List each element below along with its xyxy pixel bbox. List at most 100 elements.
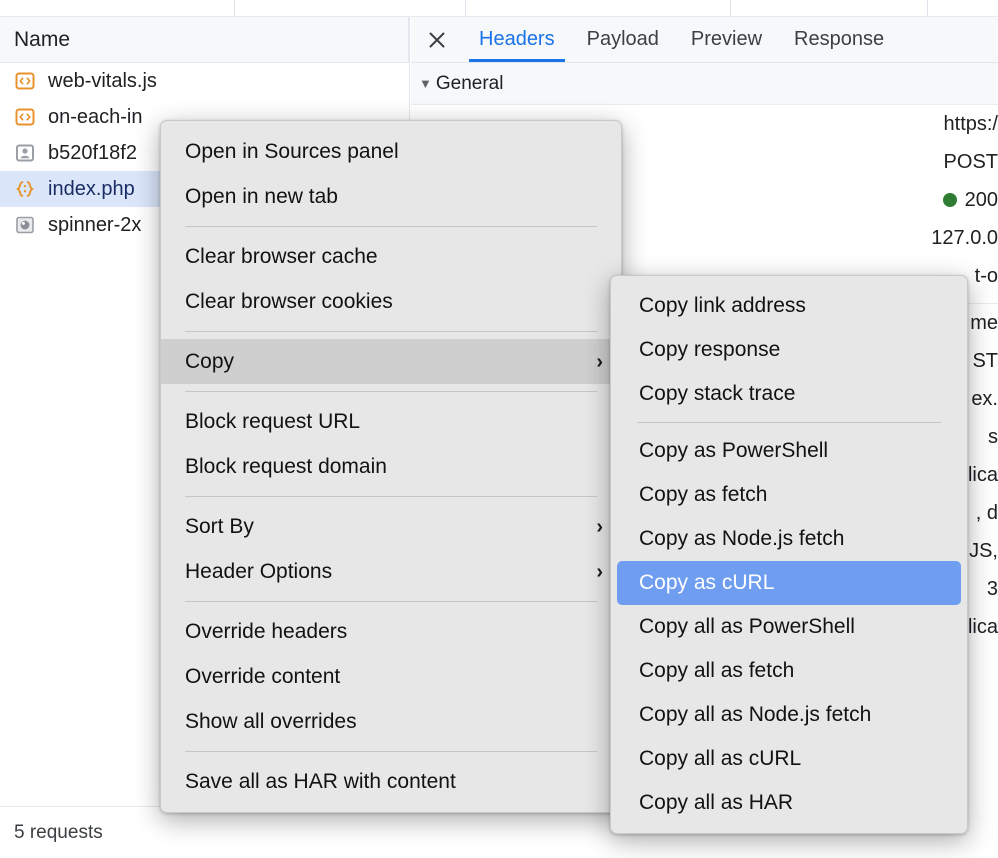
value-text: s <box>988 426 998 449</box>
menu-item-label: Override headers <box>185 620 347 644</box>
menu-item-copy[interactable]: Copy › <box>161 339 621 384</box>
value-text: ST <box>972 350 998 373</box>
menu-item-save-all-as-har-with-content[interactable]: Save all as HAR with content <box>161 759 621 804</box>
menu-item-copy-all-as-powershell[interactable]: Copy all as PowerShell <box>611 605 967 649</box>
menu-item-open-in-sources-panel[interactable]: Open in Sources panel <box>161 129 621 174</box>
menu-item-copy-link-address[interactable]: Copy link address <box>611 284 967 328</box>
tab-label: Preview <box>691 28 762 51</box>
menu-item-header-options[interactable]: Header Options › <box>161 549 621 594</box>
value-text: , d <box>976 502 998 525</box>
menu-separator <box>185 331 597 332</box>
menu-item-label: Block request URL <box>185 410 360 434</box>
menu-item-label: Clear browser cookies <box>185 290 393 314</box>
menu-item-override-headers[interactable]: Override headers <box>161 609 621 654</box>
value-text: lica <box>968 616 998 639</box>
script-icon <box>14 106 36 128</box>
tab-headers[interactable]: Headers <box>463 17 571 62</box>
script-icon <box>14 70 36 92</box>
menu-item-block-request-url[interactable]: Block request URL <box>161 399 621 444</box>
request-name: b520f18f2 <box>48 142 137 165</box>
menu-item-label: Open in new tab <box>185 185 338 209</box>
tab-payload[interactable]: Payload <box>571 17 675 62</box>
toolbar-divider <box>465 0 466 17</box>
menu-separator <box>637 422 941 423</box>
menu-item-label: Save all as HAR with content <box>185 770 456 794</box>
request-name: index.php <box>48 178 135 201</box>
tab-preview[interactable]: Preview <box>675 17 778 62</box>
column-header-name[interactable]: Name <box>0 28 70 52</box>
menu-item-label: Sort By <box>185 515 254 539</box>
chevron-down-icon: ▼ <box>419 77 432 90</box>
value-text: 200 <box>965 189 998 212</box>
menu-item-label: Copy stack trace <box>639 382 795 406</box>
menu-item-copy-all-as-har[interactable]: Copy all as HAR <box>611 781 967 825</box>
menu-item-copy-as-nodejs-fetch[interactable]: Copy as Node.js fetch <box>611 517 967 561</box>
menu-item-label: Copy response <box>639 338 780 362</box>
menu-item-label: Block request domain <box>185 455 387 479</box>
menu-item-open-in-new-tab[interactable]: Open in new tab <box>161 174 621 219</box>
menu-item-copy-as-powershell[interactable]: Copy as PowerShell <box>611 429 967 473</box>
request-name: web-vitals.js <box>48 70 157 93</box>
tab-label: Response <box>794 28 884 51</box>
menu-item-label: Copy as Node.js fetch <box>639 527 844 551</box>
menu-item-override-content[interactable]: Override content <box>161 654 621 699</box>
tab-label: Payload <box>587 28 659 51</box>
devtools-network-panel: Name web-vitals.js <box>0 0 998 858</box>
request-name: spinner-2x <box>48 214 141 237</box>
column-divider[interactable] <box>408 17 409 63</box>
menu-item-copy-all-as-fetch[interactable]: Copy all as fetch <box>611 649 967 693</box>
menu-item-label: Copy as PowerShell <box>639 439 828 463</box>
value-text: 127.0.0 <box>931 227 998 250</box>
value-text: https:/ <box>944 113 998 136</box>
chevron-right-icon: › <box>596 352 603 372</box>
menu-item-copy-as-fetch[interactable]: Copy as fetch <box>611 473 967 517</box>
menu-item-copy-as-curl[interactable]: Copy as cURL <box>617 561 961 605</box>
tab-response[interactable]: Response <box>778 17 900 62</box>
menu-item-copy-all-as-curl[interactable]: Copy all as cURL <box>611 737 967 781</box>
menu-separator <box>185 601 597 602</box>
menu-item-copy-response[interactable]: Copy response <box>611 328 967 372</box>
menu-item-label: Copy as cURL <box>639 571 774 595</box>
toolbar-strip <box>0 0 998 17</box>
value-text: ex. <box>971 388 998 411</box>
menu-item-block-request-domain[interactable]: Block request domain <box>161 444 621 489</box>
value-text: lica <box>968 464 998 487</box>
menu-item-clear-browser-cookies[interactable]: Clear browser cookies <box>161 279 621 324</box>
menu-item-clear-browser-cache[interactable]: Clear browser cache <box>161 234 621 279</box>
menu-item-label: Copy all as HAR <box>639 791 793 815</box>
request-row-web-vitals[interactable]: web-vitals.js <box>0 63 409 99</box>
value-text: 3 <box>987 578 998 601</box>
menu-item-copy-stack-trace[interactable]: Copy stack trace <box>611 372 967 416</box>
menu-item-label: Copy all as cURL <box>639 747 801 771</box>
general-section-label: General <box>436 73 504 95</box>
menu-item-label: Copy <box>185 350 234 374</box>
close-icon[interactable] <box>411 17 463 62</box>
document-icon <box>14 178 36 200</box>
menu-item-label: Clear browser cache <box>185 245 378 269</box>
menu-item-copy-all-as-nodejs-fetch[interactable]: Copy all as Node.js fetch <box>611 693 967 737</box>
menu-separator <box>185 496 597 497</box>
value-text: POST <box>944 151 998 174</box>
menu-item-label: Copy as fetch <box>639 483 767 507</box>
network-status-bar: 5 requests <box>0 806 410 858</box>
menu-item-sort-by[interactable]: Sort By › <box>161 504 621 549</box>
menu-item-label: Open in Sources panel <box>185 140 399 164</box>
value-text: me <box>970 312 998 335</box>
toolbar-divider <box>234 0 235 17</box>
tab-label: Headers <box>479 28 555 51</box>
request-name: on-each-in <box>48 106 143 129</box>
context-menu: Open in Sources panel Open in new tab Cl… <box>160 120 622 813</box>
general-section-header[interactable]: ▼ General <box>411 63 998 105</box>
toolbar-divider <box>927 0 928 17</box>
context-submenu-copy: Copy link address Copy response Copy sta… <box>610 275 968 834</box>
status-ok-dot-icon <box>943 193 957 207</box>
value-text: JS, <box>969 540 998 563</box>
value-text: t-o <box>975 265 998 288</box>
menu-item-show-all-overrides[interactable]: Show all overrides <box>161 699 621 744</box>
toolbar-divider <box>730 0 731 17</box>
menu-item-label: Override content <box>185 665 340 689</box>
requests-column-header: Name <box>0 17 409 63</box>
menu-item-label: Copy all as Node.js fetch <box>639 703 871 727</box>
details-tabbar: Headers Payload Preview Response <box>411 17 998 63</box>
image-icon <box>14 142 36 164</box>
